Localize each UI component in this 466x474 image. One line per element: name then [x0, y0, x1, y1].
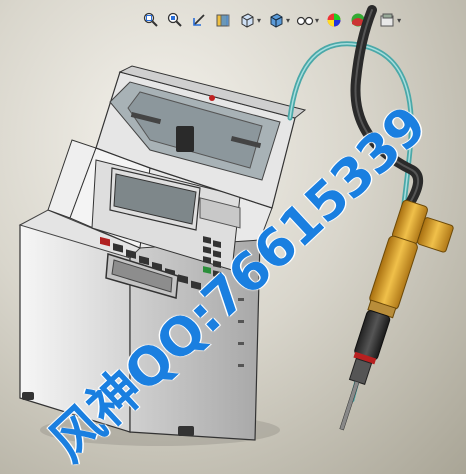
hopper-cap — [176, 126, 194, 152]
screwdriver-grip — [369, 235, 418, 310]
teal-cable-highlight — [289, 43, 412, 401]
indicator-light — [209, 95, 215, 101]
screwdriver-nose — [348, 357, 373, 385]
teal-cable — [287, 41, 414, 403]
electric-screwdriver — [339, 199, 454, 431]
screwdriver-bit — [339, 380, 360, 431]
foot — [178, 426, 194, 436]
screw-feeder-3d-model — [18, 5, 454, 446]
cad-viewport[interactable]: ▾ ▾ ▾ ▾ ▾ 风神QQ:76615339 — [0, 0, 466, 474]
foot — [22, 392, 34, 400]
